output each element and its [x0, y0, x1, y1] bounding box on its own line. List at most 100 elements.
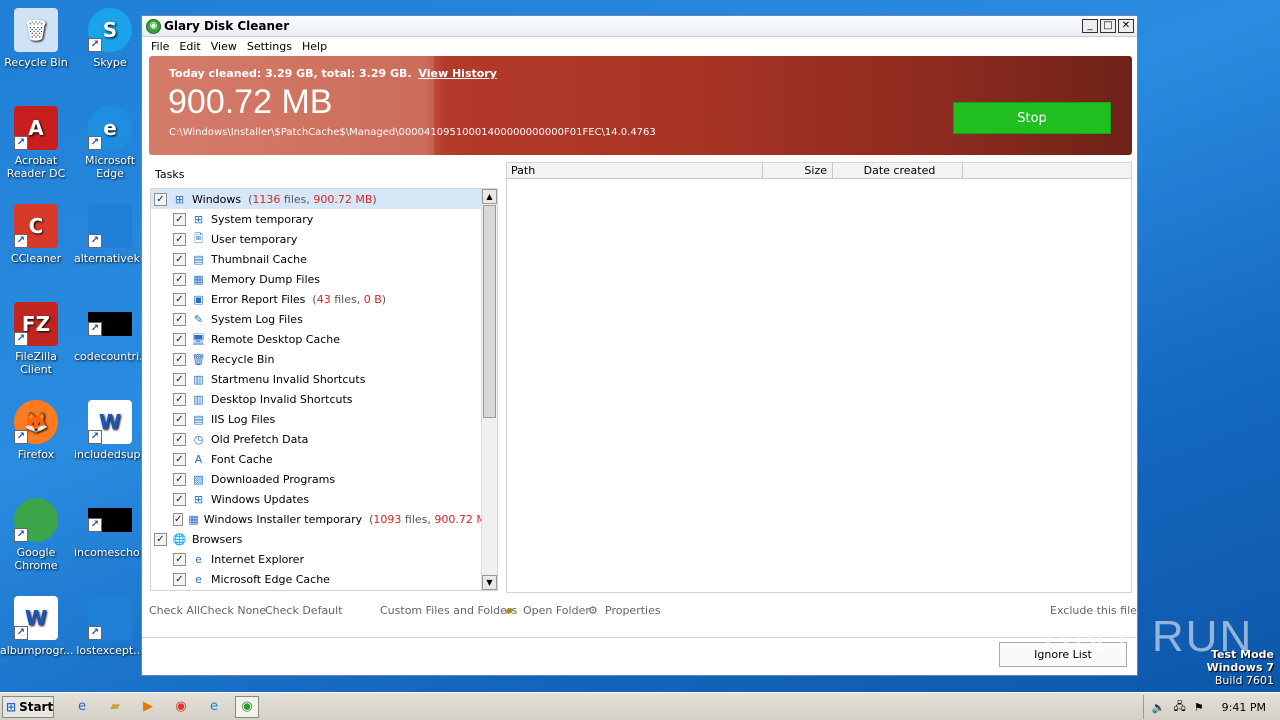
task-row[interactable]: ✓ 🖥 Remote Desktop Cache [151, 329, 497, 349]
open-folder-link[interactable]: Open Folder [523, 604, 590, 617]
task-row[interactable]: ✓ ◷ Old Prefetch Data [151, 429, 497, 449]
desktop-icon[interactable]: 🗑 Recycle Bin [0, 8, 72, 69]
shortcut-arrow-icon: ↗ [14, 332, 28, 346]
custom-files-link[interactable]: Custom Files and Folders [380, 604, 517, 617]
task-row[interactable]: ✓ ▥ Desktop Invalid Shortcuts [151, 389, 497, 409]
task-row[interactable]: ✓ ▧ Downloaded Programs [151, 469, 497, 489]
task-row[interactable]: ✓ e Microsoft Edge Cache [151, 569, 497, 589]
task-checkbox[interactable]: ✓ [173, 452, 186, 466]
media-player-taskbar-icon[interactable]: ▶ [136, 696, 160, 718]
scroll-down-icon[interactable]: ▼ [482, 575, 497, 590]
speaker-icon[interactable]: 🔈 [1152, 701, 1166, 714]
desktop-icon[interactable]: C ↗ CCleaner [0, 204, 72, 265]
desktop-icon[interactable]: ↗ Google Chrome [0, 498, 72, 572]
desktop-icon[interactable]: S ↗ Skype [74, 8, 146, 69]
desktop-icon[interactable]: A ↗ Acrobat Reader DC [0, 106, 72, 180]
task-checkbox[interactable]: ✓ [173, 352, 186, 366]
edge-icon: e ↗ [88, 106, 132, 150]
menu-file[interactable]: File [146, 40, 174, 53]
task-row[interactable]: ✓ ▥ Startmenu Invalid Shortcuts [151, 369, 497, 389]
task-checkbox[interactable]: ✓ [173, 332, 186, 346]
menu-view[interactable]: View [206, 40, 242, 53]
task-checkbox[interactable]: ✓ [173, 372, 186, 386]
task-checkbox[interactable]: ✓ [154, 192, 167, 206]
view-history-link[interactable]: View History [418, 67, 496, 80]
task-checkbox[interactable]: ✓ [173, 212, 186, 226]
explorer-taskbar-icon[interactable]: ▰ [103, 696, 127, 718]
folder-icon: ▰ [505, 604, 514, 617]
flag-icon[interactable]: ⚑ [1194, 701, 1204, 714]
task-row[interactable]: ✓ ✎ System Log Files [151, 309, 497, 329]
tasks-scrollbar[interactable]: ▲ ▼ [481, 189, 497, 590]
task-checkbox[interactable]: ✓ [173, 512, 184, 526]
desktop-icon[interactable]: ↗ incomescho... [74, 498, 150, 559]
task-checkbox[interactable]: ✓ [173, 432, 186, 446]
task-row[interactable]: ✓ ▦ Memory Dump Files [151, 269, 497, 289]
start-button[interactable]: ⊞ Start [2, 695, 54, 718]
task-checkbox[interactable]: ✓ [173, 572, 186, 586]
task-row[interactable]: ✓ ⊞ Windows Updates [151, 489, 497, 509]
menu-edit[interactable]: Edit [174, 40, 205, 53]
task-row[interactable]: ✓ 🗑 Recycle Bin [151, 349, 497, 369]
file-grid: Path Size Date created [506, 162, 1132, 593]
task-checkbox[interactable]: ✓ [173, 292, 186, 306]
task-row[interactable]: ✓ 🌐 Browsers [151, 529, 497, 549]
menu-help[interactable]: Help [297, 40, 332, 53]
task-label: Internet Explorer [211, 552, 304, 566]
task-checkbox[interactable]: ✓ [173, 552, 186, 566]
desktop-icon[interactable]: W ↗ includedsup... [74, 400, 151, 461]
glary-taskbar-icon[interactable]: ◉ [235, 695, 259, 718]
task-checkbox[interactable]: ✓ [173, 492, 186, 506]
task-row[interactable]: ✓ ▤ Thumbnail Cache [151, 249, 497, 269]
task-checkbox[interactable]: ✓ [173, 252, 186, 266]
task-row[interactable]: ✓ A Font Cache [151, 449, 497, 469]
task-checkbox[interactable]: ✓ [154, 532, 167, 546]
task-checkbox[interactable]: ✓ [173, 312, 186, 326]
network-icon[interactable]: 🖧 [1174, 698, 1186, 717]
desktop-icon-label: Firefox [17, 448, 55, 461]
edge-taskbar-icon[interactable]: e [202, 696, 226, 718]
minimize-button[interactable]: _ [1082, 19, 1098, 33]
col-size[interactable]: Size [763, 163, 833, 178]
task-label: Old Prefetch Data [211, 432, 309, 446]
task-row[interactable]: ✓ ⊞ System temporary [151, 209, 497, 229]
ie-taskbar-icon[interactable]: e [70, 696, 94, 718]
start-label: Start [19, 699, 54, 714]
check-none-link[interactable]: Check None [200, 604, 266, 617]
task-label: Microsoft Edge Cache [211, 572, 330, 586]
task-row[interactable]: ✓ ▤ IIS Log Files [151, 409, 497, 429]
menu-settings[interactable]: Settings [242, 40, 297, 53]
col-date-created[interactable]: Date created [833, 163, 963, 178]
desktop-icon[interactable]: e ↗ Microsoft Edge [74, 106, 146, 180]
scroll-up-icon[interactable]: ▲ [482, 189, 497, 204]
desktop-icon[interactable]: W ↗ albumprogr... [0, 596, 73, 657]
task-label: Memory Dump Files [211, 272, 321, 286]
windows-logo-icon: ⊞ [6, 699, 17, 714]
task-checkbox[interactable]: ✓ [173, 232, 186, 246]
task-checkbox[interactable]: ✓ [173, 392, 186, 406]
task-checkbox[interactable]: ✓ [173, 272, 186, 286]
task-row[interactable]: ✓ ▣ Error Report Files (43 files, 0 B) [151, 289, 497, 309]
stop-button[interactable]: Stop [953, 102, 1111, 134]
desktop-icon[interactable]: FZ ↗ FileZilla Client [0, 302, 72, 376]
maximize-button[interactable]: □ [1100, 19, 1116, 33]
task-row[interactable]: ✓ 🗎 User temporary [151, 229, 497, 249]
close-button[interactable]: ✕ [1118, 19, 1134, 33]
col-path[interactable]: Path [507, 163, 763, 178]
task-row[interactable]: ✓ e Internet Explorer [151, 549, 497, 569]
desktop-icon[interactable]: 🦊 ↗ Firefox [0, 400, 72, 461]
clock[interactable]: 9:41 PM [1222, 701, 1266, 714]
desktop-icon[interactable]: ↗ lostexcept... [74, 596, 146, 657]
check-all-link[interactable]: Check All [149, 604, 200, 617]
desktop-icon[interactable]: ↗ codecountri... [74, 302, 150, 363]
title-bar[interactable]: ◉ Glary Disk Cleaner _ □ ✕ [142, 16, 1137, 37]
task-checkbox[interactable]: ✓ [173, 472, 186, 486]
check-default-link[interactable]: Check Default [265, 604, 343, 617]
task-checkbox[interactable]: ✓ [173, 412, 186, 426]
desktop-icon[interactable]: ↗ alternativeki... [74, 204, 153, 265]
properties-link[interactable]: Properties [605, 604, 661, 617]
scroll-thumb[interactable] [483, 205, 496, 418]
task-row[interactable]: ✓ ⊞ Windows (1136 files, 900.72 MB) [151, 189, 497, 209]
task-row[interactable]: ✓ ▦ Windows Installer temporary (1093 files… [151, 509, 497, 529]
chrome-taskbar-icon[interactable]: ◉ [169, 696, 193, 718]
